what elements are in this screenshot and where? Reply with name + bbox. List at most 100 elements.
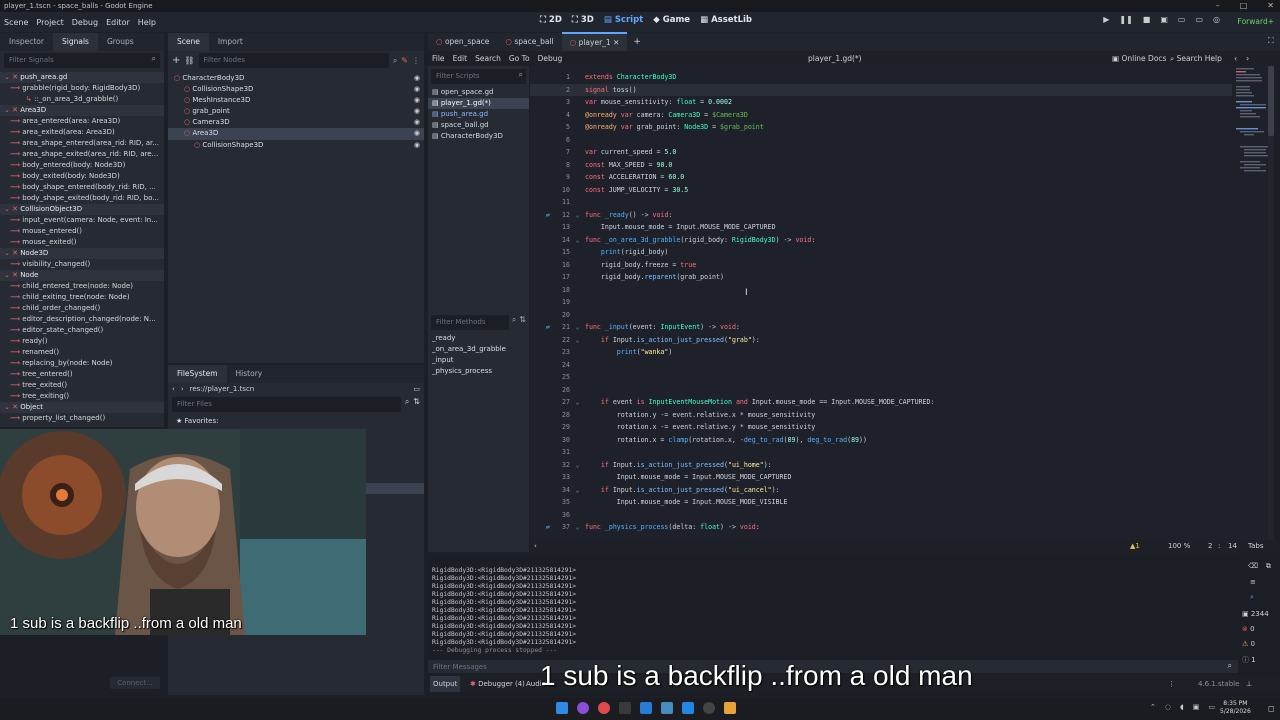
code-line[interactable]: 31 xyxy=(530,446,1268,459)
code-line[interactable]: 12 ⇄ ⌄ func _ready() -> void: xyxy=(530,209,1268,222)
pause-icon[interactable]: ❚❚ xyxy=(1119,15,1132,24)
code-line[interactable]: 10 const JUMP_VELOCITY = 30.5 xyxy=(530,184,1268,197)
link-icon[interactable]: ⛓ xyxy=(184,56,194,65)
signal-item[interactable]: ⟿ tree_exited() xyxy=(0,380,164,391)
battery-icon[interactable]: ▭ xyxy=(1208,703,1215,711)
fold-chevron-icon[interactable] xyxy=(570,384,585,397)
signal-item[interactable]: ⟿ body_entered(body: Node3D) xyxy=(0,160,164,171)
script-item[interactable]: ▤ CharacterBody3D xyxy=(428,131,529,142)
online-docs-button[interactable]: ▣ Online Docs xyxy=(1112,54,1166,63)
search-help-button[interactable]: ⌕ Search Help xyxy=(1170,54,1222,64)
tab-import[interactable]: Import xyxy=(209,33,252,51)
code-line[interactable]: 14 ⌄ func _on_area_3d_grabble(rigid_body: … xyxy=(530,234,1268,247)
blender-icon[interactable] xyxy=(724,702,736,714)
visibility-eye-icon[interactable]: ◉ xyxy=(414,95,420,106)
signal-item[interactable]: ⟿ area_shape_entered(area_rid: RID, ar..… xyxy=(0,138,164,149)
fold-chevron-icon[interactable] xyxy=(570,296,585,309)
explorer-icon[interactable] xyxy=(640,702,652,714)
script-menu-search[interactable]: Search xyxy=(471,54,505,63)
sort-icon[interactable]: ⇅ xyxy=(519,315,526,330)
signal-item[interactable]: ⟿ child_order_changed() xyxy=(0,303,164,314)
fold-chevron-icon[interactable] xyxy=(570,221,585,234)
scene-node[interactable]: ○ Area3D ◉ xyxy=(168,128,424,140)
code-scrollbar[interactable] xyxy=(1268,66,1274,540)
code-line[interactable]: 37 ⇄ ⌄ func _physics_process(delta: float) … xyxy=(530,521,1268,534)
signal-item[interactable]: ⟿ body_shape_exited(body_rid: RID, bo... xyxy=(0,193,164,204)
signal-item[interactable]: ⟿ renamed() xyxy=(0,347,164,358)
browser-icon[interactable] xyxy=(577,702,589,714)
code-editor[interactable]: 1 extends CharacterBody3D 2 signal toss() 3 v… xyxy=(530,66,1268,540)
scene-node[interactable]: ○ CollisionShape3D ◉ xyxy=(168,84,424,95)
code-line[interactable]: 21 ⇄ ⌄ func _input(event: InputEvent) -> vo… xyxy=(530,321,1268,334)
visibility-eye-icon[interactable]: ◉ xyxy=(414,73,420,84)
scene-filter-input[interactable]: Filter Nodes xyxy=(198,53,389,68)
signal-class-header[interactable]: ⌄ ✕ CollisionObject3D xyxy=(0,204,164,215)
remote-debug-icon[interactable]: ▣ xyxy=(1160,15,1168,24)
signal-item[interactable]: ⟿ tree_exiting() xyxy=(0,391,164,402)
fold-chevron-icon[interactable]: ⌄ xyxy=(570,521,585,534)
editor-tab[interactable]: ○ open_space xyxy=(428,33,497,51)
forward-arrow-icon[interactable]: › xyxy=(181,385,184,393)
fold-chevron-icon[interactable] xyxy=(570,196,585,209)
output-filter-input[interactable]: Filter Messages xyxy=(428,660,518,675)
scene-node[interactable]: ○ Camera3D ◉ xyxy=(168,117,424,128)
signal-item[interactable]: ⟿ property_list_changed() xyxy=(0,413,164,424)
code-line[interactable]: 27 ⌄ if event is InputEventMouseMotion an… xyxy=(530,396,1268,409)
fold-chevron-icon[interactable] xyxy=(570,471,585,484)
code-line[interactable]: 36 xyxy=(530,509,1268,522)
menu-scene[interactable]: Scene xyxy=(0,18,32,27)
steam-icon[interactable] xyxy=(703,702,715,714)
signal-item[interactable]: ⟿ tree_entered() xyxy=(0,369,164,380)
scene-node[interactable]: ○ CharacterBody3D ◉ xyxy=(168,73,424,84)
signal-class-header[interactable]: ⌄ ✕ Node3D xyxy=(0,248,164,259)
code-line[interactable]: 18 xyxy=(530,284,1268,297)
fold-chevron-icon[interactable] xyxy=(570,309,585,322)
script-item[interactable]: ▤ open_space.gd xyxy=(428,87,529,98)
tab-scene[interactable]: Scene xyxy=(168,33,209,51)
code-line[interactable]: 23 print("wanka") xyxy=(530,346,1268,359)
signal-item[interactable]: ⟿ replacing_by(node: Node) xyxy=(0,358,164,369)
signal-class-header[interactable]: ⌄ ✕ Area3D xyxy=(0,105,164,116)
code-line[interactable]: 26 xyxy=(530,384,1268,397)
menu-project[interactable]: Project xyxy=(32,18,67,27)
fold-chevron-icon[interactable]: ⌄ xyxy=(570,321,585,334)
toggle-panel-icon[interactable]: ‹ xyxy=(534,540,537,553)
fold-chevron-icon[interactable] xyxy=(570,71,585,84)
menu-help[interactable]: Help xyxy=(134,18,160,27)
code-line[interactable]: 33 Input.mouse_mode = Input.MOUSE_MODE_C… xyxy=(530,471,1268,484)
code-line[interactable]: 29 rotation.x -= event.relative.y * mous… xyxy=(530,421,1268,434)
attach-script-icon[interactable]: ✎ xyxy=(401,56,408,65)
fs-filter-input[interactable]: Filter Files xyxy=(172,397,401,412)
back-arrow-icon[interactable]: ‹ xyxy=(172,385,175,393)
fold-chevron-icon[interactable] xyxy=(570,284,585,297)
script-item[interactable]: ▤ player_1.gd(*) xyxy=(428,98,529,110)
fs-path[interactable]: res://player_1.tscn xyxy=(190,385,408,393)
code-line[interactable]: 2 signal toss() xyxy=(530,83,1268,96)
tab-filesystem[interactable]: FileSystem xyxy=(168,365,227,383)
signal-item[interactable]: ⟿ grabble(rigid_body: RigidBody3D) xyxy=(0,83,164,94)
visibility-eye-icon[interactable]: ◉ xyxy=(414,128,420,139)
info-count[interactable]: ⓘ 1 xyxy=(1238,648,1280,665)
next-script-icon[interactable]: › xyxy=(1246,54,1249,63)
code-line[interactable]: 11 xyxy=(530,196,1268,209)
signal-item[interactable]: ⟿ ready() xyxy=(0,336,164,347)
method-item[interactable]: _physics_process xyxy=(432,366,529,377)
code-line[interactable]: 5 @onready var grab_point: Node3D = $grab… xyxy=(530,121,1268,134)
kebab-menu-icon[interactable]: ⋮ xyxy=(412,56,420,65)
code-line[interactable]: 19 xyxy=(530,296,1268,309)
fold-chevron-icon[interactable]: ⌄ xyxy=(570,234,585,247)
code-line[interactable]: 32 ⌄ if Input.is_action_just_pressed("ui_… xyxy=(530,459,1268,472)
signal-item[interactable]: ⟿ child_entered_tree(node: Node) xyxy=(0,281,164,292)
fold-chevron-icon[interactable] xyxy=(570,109,585,122)
signal-item[interactable]: ⟿ body_exited(body: Node3D) xyxy=(0,171,164,182)
code-line[interactable]: 17 rigid_body.reparent(grab_point) xyxy=(530,271,1268,284)
code-line[interactable]: 30 rotation.x = clamp(rotation.x, -deg_t… xyxy=(530,434,1268,447)
minimize-icon[interactable]: – xyxy=(1216,0,1220,12)
fold-chevron-icon[interactable] xyxy=(570,434,585,447)
workspace-script[interactable]: ▤ Script xyxy=(604,15,643,25)
connect-button[interactable]: Connect... xyxy=(110,677,160,689)
start-icon[interactable] xyxy=(556,702,568,714)
menu-editor[interactable]: Editor xyxy=(102,18,134,27)
method-item[interactable]: _input xyxy=(432,355,529,366)
godot-icon[interactable] xyxy=(661,702,673,714)
